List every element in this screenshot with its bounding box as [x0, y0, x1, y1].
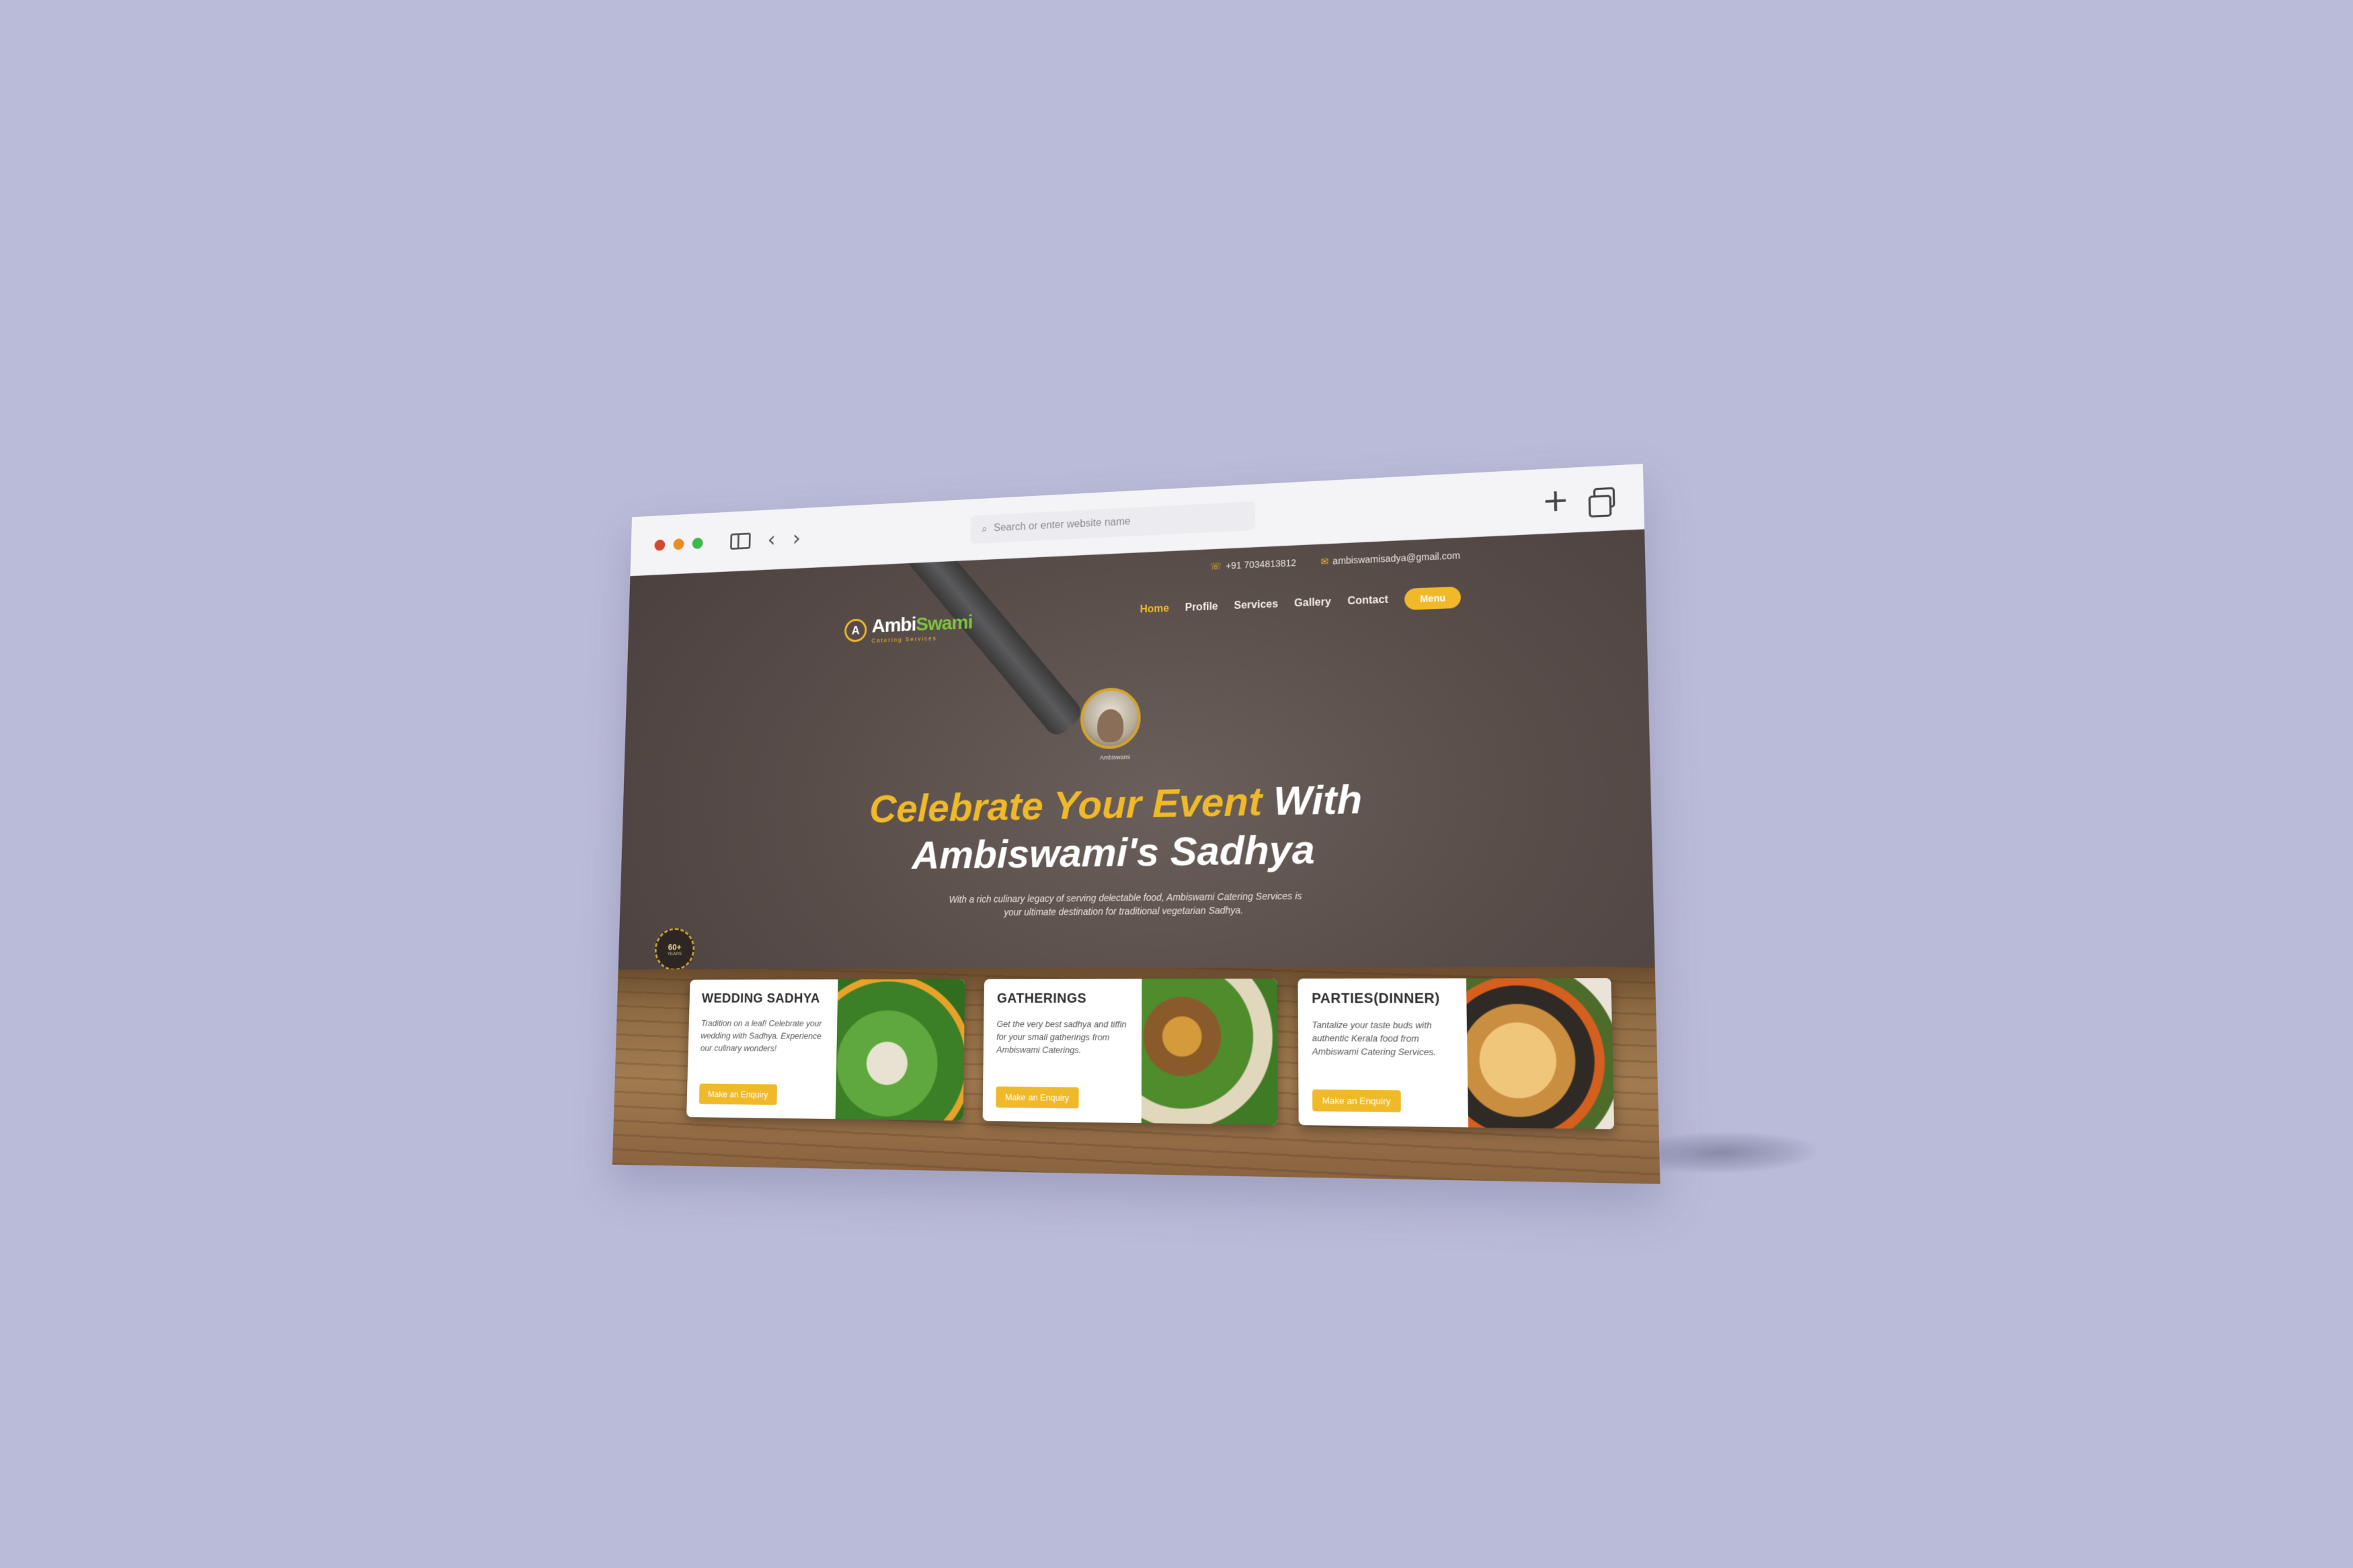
- new-tab-icon[interactable]: +: [1542, 481, 1570, 519]
- enquiry-button[interactable]: Make an Enquiry: [699, 1083, 777, 1106]
- award-badge: 60+ YEARS: [654, 927, 695, 971]
- card-text: Tradition on a leaf! Celebrate your wedd…: [700, 1018, 822, 1054]
- sidebar-toggle-icon[interactable]: [729, 532, 751, 550]
- nav-services[interactable]: Services: [1234, 599, 1278, 612]
- maximize-window-icon[interactable]: [692, 537, 703, 549]
- card-title: GATHERINGS: [996, 991, 1087, 1006]
- browser-mockup: ‹ › ⌕ Search or enter website name + ☏ +9…: [612, 464, 1661, 1184]
- search-icon: ⌕: [982, 522, 988, 536]
- email-icon: ✉: [1320, 556, 1329, 567]
- back-arrow-icon[interactable]: ‹: [767, 527, 776, 552]
- hero-description: With a rich culinary legacy of serving d…: [949, 890, 1302, 918]
- logo-wordmark: AmbiSwami Catering Services: [871, 612, 973, 644]
- service-card-gatherings: GATHERINGS Get the very best sadhya and …: [982, 979, 1278, 1125]
- naan-curry-image: [1466, 978, 1615, 1130]
- service-card-wedding: WEDDING SADHYA Tradition on a leaf! Cele…: [686, 979, 965, 1121]
- close-window-icon[interactable]: [654, 539, 666, 551]
- thali-image: [1141, 979, 1278, 1125]
- enquiry-button[interactable]: Make an Enquiry: [1312, 1089, 1401, 1112]
- phone-contact[interactable]: ☏ +91 7034813812: [1210, 557, 1296, 572]
- service-card-parties: PARTIES(DINNER) Tantalize your taste bud…: [1298, 978, 1615, 1130]
- phone-icon: ☏: [1209, 561, 1222, 572]
- email-contact[interactable]: ✉ ambiswamisadya@gmail.com: [1320, 550, 1460, 567]
- card-title: WEDDING SADHYA: [701, 991, 820, 1006]
- nav-gallery[interactable]: Gallery: [1294, 596, 1331, 610]
- card-text: Get the very best sadhya and tiffin for …: [996, 1018, 1127, 1055]
- nav-home[interactable]: Home: [1140, 603, 1169, 616]
- contact-bar: ☏ +91 7034813812 ✉ ambiswamisadya@gmail.co…: [1210, 550, 1460, 572]
- menu-button[interactable]: Menu: [1404, 586, 1462, 610]
- nav-profile[interactable]: Profile: [1185, 601, 1218, 614]
- card-text: Tantalize your taste buds with authentic…: [1312, 1019, 1437, 1058]
- service-cards: WEDDING SADHYA Tradition on a leaf! Cele…: [686, 978, 1615, 1130]
- address-bar[interactable]: ⌕ Search or enter website name: [970, 501, 1256, 544]
- address-placeholder: Search or enter website name: [993, 515, 1131, 534]
- founder-portrait: [1080, 687, 1141, 750]
- minimize-window-icon[interactable]: [673, 538, 684, 550]
- portrait-caption: Ambiswami: [1099, 753, 1130, 761]
- hero-title: Celebrate Your Event With Ambiswami's Sa…: [869, 776, 1363, 878]
- browser-actions: +: [1542, 481, 1616, 519]
- card-title: PARTIES(DINNER): [1312, 991, 1440, 1007]
- forward-arrow-icon[interactable]: ›: [792, 526, 801, 551]
- nav-contact[interactable]: Contact: [1347, 594, 1388, 608]
- website-viewport: ☏ +91 7034813812 ✉ ambiswamisadya@gmail.co…: [612, 529, 1661, 1184]
- window-controls: [654, 537, 703, 551]
- portrait-figure: [1097, 708, 1124, 743]
- main-nav: Home Profile Services Gallery Contact Me…: [1140, 586, 1462, 620]
- enquiry-button[interactable]: Make an Enquiry: [996, 1086, 1079, 1109]
- sadhya-leaf-image: [835, 979, 965, 1121]
- site-logo[interactable]: A AmbiSwami Catering Services: [844, 612, 973, 645]
- logo-mark: A: [844, 618, 867, 643]
- tabs-overview-icon[interactable]: [1593, 487, 1616, 509]
